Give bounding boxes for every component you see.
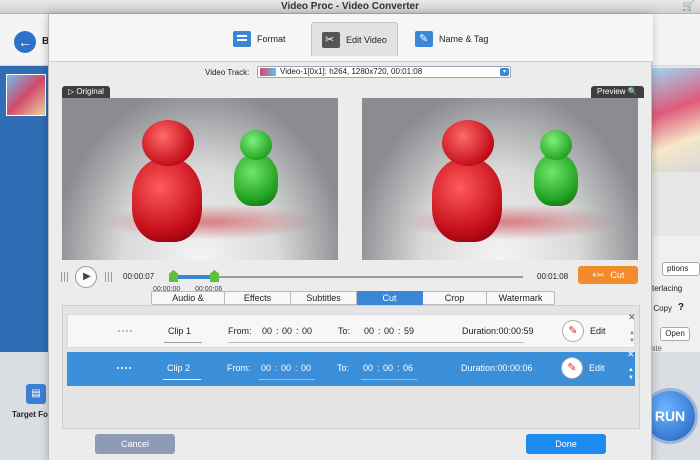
- to-label: To:: [338, 326, 351, 336]
- tab-name-tag[interactable]: Name & Tag: [405, 22, 498, 56]
- window-title: Video Proc - Video Converter: [280, 1, 419, 12]
- play-button[interactable]: ▶: [75, 266, 97, 288]
- clip-row[interactable]: Clip 1 From: 00 : 00 : 00 To: 00 : 00 : …: [67, 312, 636, 348]
- deinterlacing-label: terlacing: [652, 284, 683, 293]
- back-arrow-icon: ←: [18, 34, 32, 50]
- end-marker[interactable]: [210, 270, 219, 282]
- to-hours[interactable]: 00: [363, 363, 373, 373]
- preview-label-text: Preview: [597, 87, 626, 96]
- from-minutes[interactable]: 00: [281, 363, 291, 373]
- format-icon: [233, 31, 251, 47]
- tab-cut[interactable]: Cut: [357, 291, 423, 305]
- tab-format[interactable]: Format: [223, 22, 296, 56]
- cancel-button[interactable]: Cancel: [95, 434, 175, 454]
- clip-list: Clip 1 From: 00 : 00 : 00 To: 00 : 00 : …: [62, 305, 640, 429]
- drag-handle[interactable]: [118, 330, 134, 332]
- video-track-label: Video Track:: [205, 68, 250, 77]
- edit-button-label[interactable]: Edit: [590, 326, 606, 336]
- to-minutes[interactable]: 00: [384, 326, 394, 336]
- edit-icon[interactable]: ✎: [562, 320, 584, 342]
- video-track-value: Video-1[0x1]: h264, 1280x720, 00:01:08: [280, 67, 423, 76]
- to-label: To:: [337, 363, 350, 373]
- from-seconds[interactable]: 00: [302, 326, 312, 336]
- close-icon[interactable]: ✕: [627, 349, 635, 360]
- options-button[interactable]: ptions: [662, 262, 700, 276]
- from-seconds[interactable]: 00: [301, 363, 311, 373]
- title-bar: Video Proc - Video Converter 🛒: [0, 0, 700, 14]
- open-button[interactable]: Open: [660, 327, 690, 341]
- target-format-label: Target Fo: [12, 410, 48, 419]
- dialog-tab-bar: Format Edit Video Name & Tag: [49, 14, 653, 62]
- to-seconds[interactable]: 59: [404, 326, 414, 336]
- copy-label: Copy: [653, 304, 672, 313]
- from-hours[interactable]: 00: [262, 326, 272, 336]
- edit-tabs: Audio & Video Effects Subtitles Cut Crop…: [151, 291, 555, 316]
- video-track-row: Video Track: Video-1[0x1]: h264, 1280x72…: [49, 66, 653, 80]
- original-label-text: Original: [76, 87, 104, 96]
- from-minutes[interactable]: 00: [282, 326, 292, 336]
- play-icon: ▶: [83, 271, 91, 282]
- done-button[interactable]: Done: [526, 434, 606, 454]
- drag-handle[interactable]: [117, 367, 133, 369]
- grip-icon[interactable]: [61, 272, 69, 282]
- target-format-icon[interactable]: ▤: [26, 384, 46, 404]
- cut-button-label: Cut: [610, 270, 625, 280]
- from-hours[interactable]: 00: [261, 363, 271, 373]
- scissors-icon: +✂: [591, 270, 605, 280]
- close-icon[interactable]: ✕: [628, 312, 636, 323]
- tab-format-label: Format: [257, 34, 286, 44]
- back-button[interactable]: ←: [14, 31, 36, 53]
- start-marker[interactable]: [169, 270, 178, 282]
- chevron-down-icon: ▾: [500, 68, 509, 76]
- preview-video-frame: [362, 98, 638, 260]
- tab-watermark[interactable]: Watermark: [487, 291, 555, 305]
- help-icon[interactable]: ?: [678, 302, 684, 313]
- green-gummy-bear: [232, 130, 280, 206]
- to-hours[interactable]: 00: [364, 326, 374, 336]
- clip-name[interactable]: Clip 2: [167, 363, 190, 373]
- preview-label[interactable]: Preview 🔍: [591, 86, 644, 98]
- video-thumbnail[interactable]: [6, 74, 46, 116]
- red-gummy-bear: [128, 120, 206, 242]
- right-preview-thumbnail: [652, 68, 700, 172]
- clip-name[interactable]: Clip 1: [168, 326, 191, 336]
- current-time: 00:00:07: [123, 272, 155, 281]
- tab-effects[interactable]: Effects: [225, 291, 291, 305]
- edit-button-label[interactable]: Edit: [589, 363, 605, 373]
- tab-subtitles[interactable]: Subtitles: [291, 291, 357, 305]
- to-seconds[interactable]: 06: [403, 363, 413, 373]
- green-gummy-bear: [532, 130, 580, 206]
- edit-video-icon: [322, 31, 340, 48]
- video-track-select[interactable]: Video-1[0x1]: h264, 1280x720, 00:01:08 ▾: [257, 66, 511, 78]
- clip-row[interactable]: Clip 2 From: 00 : 00 : 00 To: 00 : 00 : …: [67, 349, 635, 386]
- left-task-panel: [0, 66, 48, 356]
- edit-video-dialog: Format Edit Video Name & Tag Video Track…: [48, 14, 653, 460]
- tab-crop[interactable]: Crop: [423, 291, 487, 305]
- original-label: ▷ Original: [62, 86, 110, 98]
- tab-edit-video[interactable]: Edit Video: [311, 22, 398, 56]
- tab-edit-video-label: Edit Video: [346, 34, 387, 45]
- cut-button[interactable]: +✂ Cut: [578, 266, 638, 284]
- grip-icon[interactable]: [105, 272, 113, 282]
- clip-duration: Duration:00:00:59: [462, 326, 534, 336]
- search-icon: 🔍: [627, 87, 638, 96]
- original-video-frame: [62, 98, 338, 260]
- track-thumbnail: [260, 68, 276, 76]
- cart-icon[interactable]: 🛒: [682, 1, 694, 12]
- tab-name-tag-label: Name & Tag: [439, 34, 489, 44]
- reorder-stepper-icon[interactable]: ▲ ▼: [627, 366, 635, 382]
- from-label: From:: [227, 363, 251, 373]
- clip-duration: Duration:00:00:06: [461, 363, 533, 373]
- reorder-stepper-icon[interactable]: ▲ ▼: [628, 329, 636, 345]
- name-tag-icon: [415, 31, 433, 47]
- tab-audio-video[interactable]: Audio & Video: [151, 291, 225, 316]
- end-time: 00:01:08: [537, 272, 569, 281]
- timeline-selection: [173, 275, 215, 279]
- to-minutes[interactable]: 00: [383, 363, 393, 373]
- timeline-track[interactable]: [169, 276, 523, 278]
- edit-icon[interactable]: ✎: [561, 357, 583, 379]
- from-label: From:: [228, 326, 252, 336]
- red-gummy-bear: [428, 120, 506, 242]
